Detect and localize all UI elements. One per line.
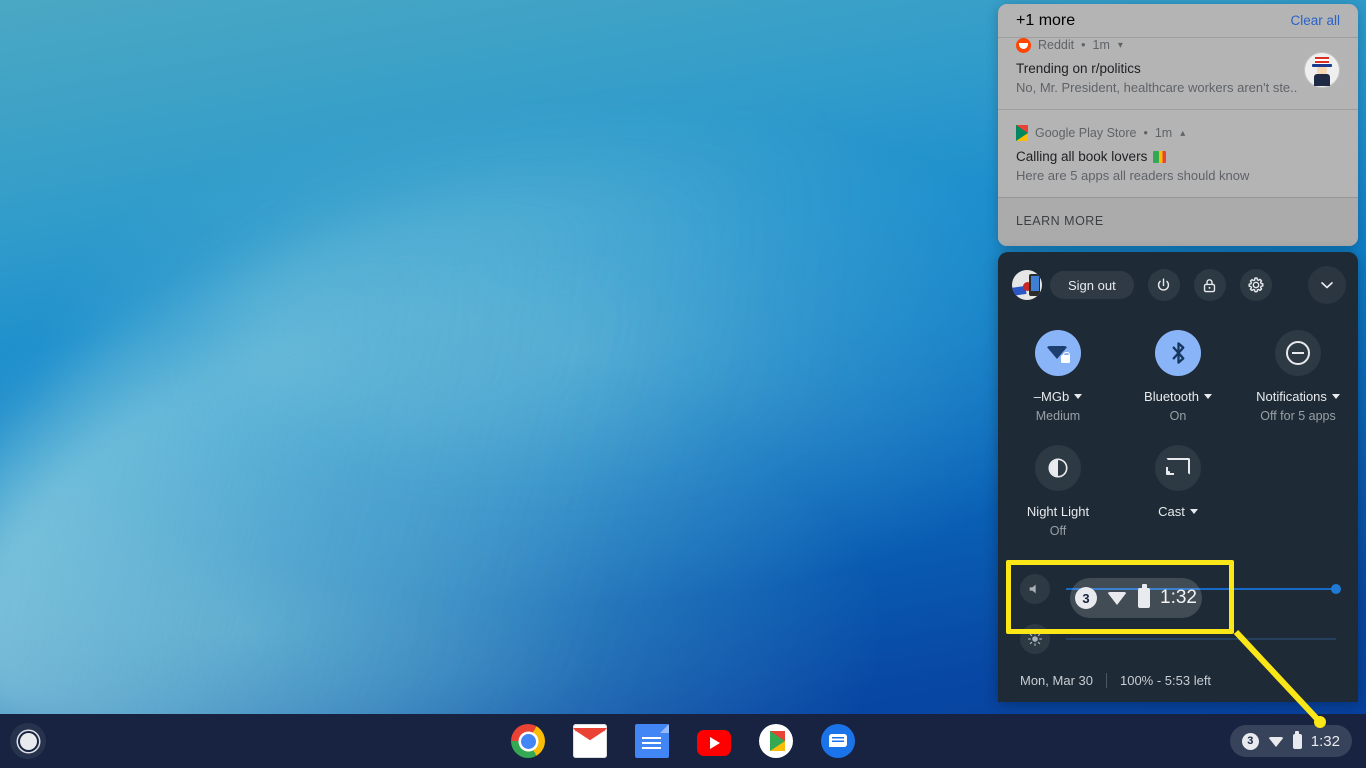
date-label: Mon, Mar 30 [1020, 673, 1093, 688]
bluetooth-label: Bluetooth [1144, 389, 1199, 404]
notifications-sublabel: Off for 5 apps [1260, 409, 1336, 423]
footer-divider [1105, 673, 1107, 688]
chevron-down-icon [1321, 282, 1333, 289]
power-button[interactable] [1147, 269, 1180, 301]
callout-status-tray-zoom: 3 1:32 [1070, 578, 1202, 618]
chevron-down-icon[interactable]: ▾ [1118, 40, 1123, 51]
notification-source-row: Reddit • 1m ▾ [1016, 34, 1340, 56]
shelf-app-list [511, 724, 855, 758]
learn-more-button[interactable]: LEARN MORE [1016, 214, 1104, 228]
sign-out-button[interactable]: Sign out [1050, 271, 1134, 299]
battery-icon [1138, 584, 1150, 608]
notification-title-row: Calling all book lovers [1016, 149, 1340, 164]
lock-icon [1204, 278, 1216, 292]
notification-time: 1m [1092, 38, 1110, 52]
notification-body: No, Mr. President, healthcare workers ar… [1016, 80, 1298, 95]
notification-body: Here are 5 apps all readers should know [1016, 168, 1250, 183]
notification-count-badge: 3 [1241, 732, 1259, 750]
cast-icon [1155, 445, 1201, 491]
status-tray[interactable]: 3 1:32 [1229, 725, 1352, 757]
battery-label: 100% - 5:53 left [1119, 673, 1212, 688]
bluetooth-icon [1155, 330, 1201, 376]
chevron-down-icon[interactable] [1189, 509, 1198, 514]
quick-settings-row-2: Night Light Off Cast [998, 423, 1358, 538]
wifi-locked-icon [1035, 330, 1081, 376]
quick-settings-empty-cell [1238, 445, 1358, 538]
shelf-app-google-play-store[interactable] [759, 724, 793, 758]
chevron-down-icon[interactable] [1331, 394, 1340, 399]
notification-source-name: Google Play Store [1035, 126, 1137, 140]
quick-setting-label: Notifications [1256, 389, 1340, 404]
notification-item-reddit[interactable]: Reddit • 1m ▾ Trending on r/politics No,… [998, 34, 1358, 109]
quick-settings-row-1: –MGb Medium Bluetooth On Notifications O… [998, 314, 1358, 423]
notification-action-bar: LEARN MORE [998, 197, 1358, 246]
shelf-app-gmail[interactable] [573, 724, 607, 758]
notification-source-row: Google Play Store • 1m ▴ [1016, 122, 1340, 144]
notification-panel-header: +1 more Clear all [998, 4, 1358, 38]
quick-setting-label: Bluetooth [1144, 389, 1212, 404]
notification-title: Calling all book lovers [1016, 149, 1148, 164]
notification-separator: • [1081, 38, 1086, 52]
books-emoji [1153, 150, 1167, 163]
shelf-app-chrome[interactable] [511, 724, 545, 758]
notification-separator: • [1143, 126, 1148, 140]
wifi-icon [1267, 736, 1284, 747]
desktop: +1 more Clear all Reddit • 1m ▾ Trending… [0, 0, 1366, 768]
notifications-label: Notifications [1256, 389, 1327, 404]
network-sublabel: Medium [1035, 409, 1081, 423]
shelf-app-google-docs[interactable] [635, 724, 669, 758]
volume-knob[interactable] [1331, 584, 1341, 594]
brightness-track[interactable] [1066, 638, 1336, 640]
night-light-icon [1035, 445, 1081, 491]
quick-setting-bluetooth[interactable]: Bluetooth On [1118, 330, 1238, 423]
uncle-sam-avatar [1304, 52, 1340, 88]
chevron-down-icon[interactable] [1203, 394, 1212, 399]
gear-icon [1248, 277, 1264, 293]
notification-count-badge: 3 [1075, 587, 1097, 609]
reddit-icon [1016, 37, 1031, 53]
network-label: –MGb [1033, 389, 1070, 404]
shelf: 3 1:32 [0, 714, 1366, 768]
collapse-panel-button[interactable] [1308, 266, 1346, 304]
quick-setting-cast[interactable]: Cast [1118, 445, 1238, 538]
launcher-icon [19, 732, 37, 750]
battery-icon [1292, 730, 1302, 749]
clock-label: 1:32 [1310, 732, 1340, 750]
quick-setting-notifications[interactable]: Notifications Off for 5 apps [1238, 330, 1358, 423]
system-menu-header: Sign out [998, 252, 1358, 314]
notification-panel: +1 more Clear all Reddit • 1m ▾ Trending… [998, 4, 1358, 246]
chevron-up-icon[interactable]: ▴ [1180, 128, 1185, 139]
shelf-app-messages[interactable] [821, 724, 855, 758]
quick-setting-network[interactable]: –MGb Medium [998, 330, 1118, 423]
clock-label: 1:32 [1160, 587, 1197, 608]
quick-setting-label: –MGb [1033, 389, 1083, 404]
notification-source-name: Reddit [1038, 38, 1075, 52]
quick-setting-label: Night Light [1026, 504, 1090, 519]
bluetooth-sublabel: On [1169, 409, 1187, 423]
quick-setting-label: Cast [1158, 504, 1198, 519]
quick-setting-night-light[interactable]: Night Light Off [998, 445, 1118, 538]
night-light-sublabel: Off [1049, 524, 1067, 538]
lock-button[interactable] [1193, 269, 1226, 301]
more-notifications-label: +1 more [1016, 11, 1076, 29]
system-menu-footer: Mon, Mar 30 100% - 5:53 left [998, 673, 1358, 688]
power-icon [1158, 277, 1170, 291]
chevron-down-icon[interactable] [1074, 394, 1083, 399]
clear-all-button[interactable]: Clear all [1290, 13, 1340, 28]
shelf-app-youtube[interactable] [697, 730, 731, 756]
do-not-disturb-icon [1275, 330, 1321, 376]
cast-label: Cast [1158, 504, 1185, 519]
user-avatar[interactable] [1012, 270, 1042, 300]
launcher-button[interactable] [10, 723, 46, 759]
wifi-icon [1107, 591, 1128, 605]
notification-time: 1m [1154, 126, 1173, 140]
notification-item-google-play[interactable]: Google Play Store • 1m ▴ Calling all boo… [998, 110, 1358, 197]
notification-title: Trending on r/politics [1016, 61, 1141, 76]
settings-button[interactable] [1239, 269, 1272, 301]
google-play-icon [1016, 125, 1028, 141]
system-menu-panel: Sign out –MGb Medium Bluetooth On Notifi… [998, 252, 1358, 702]
